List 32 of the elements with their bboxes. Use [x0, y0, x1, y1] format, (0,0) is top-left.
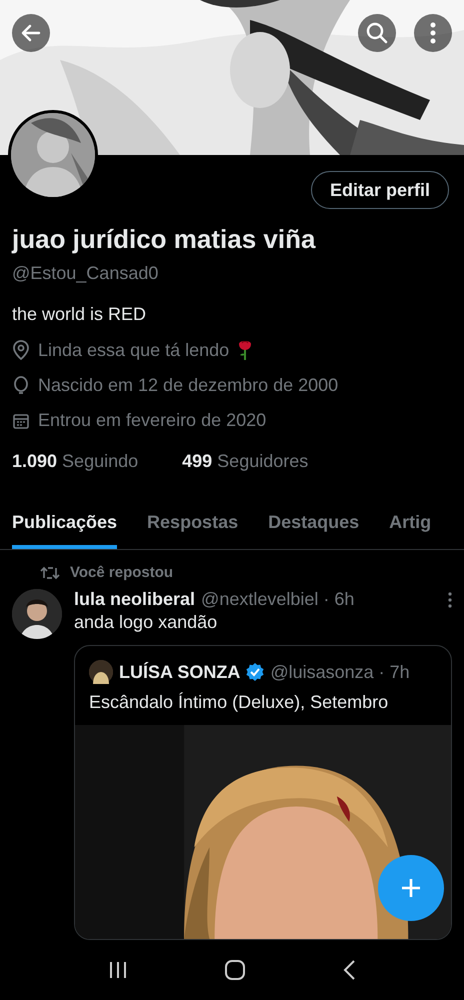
post-meta: @nextlevelbiel · 6h: [201, 589, 354, 610]
profile-bio: the world is RED: [12, 304, 148, 325]
recent-apps-icon: [108, 960, 128, 980]
location-pin-icon: [12, 340, 30, 360]
follow-count[interactable]: 1.090: [12, 451, 58, 472]
profile-detail: Entrou em fevereiro de 2020: [38, 410, 266, 431]
profile-tab[interactable]: Respostas: [147, 502, 238, 549]
calendar-icon: [12, 412, 30, 430]
more-vertical-icon[interactable]: [448, 592, 452, 608]
quote-author: LUÍSA SONZA: [119, 662, 240, 682]
edit-profile-button[interactable]: Editar perfil: [310, 171, 449, 209]
repost-label: Você repostou: [70, 564, 174, 581]
balloon-icon: [12, 376, 30, 396]
quote-meta: @luisasonza · 7h: [270, 662, 410, 682]
follow-count[interactable]: 499: [182, 451, 212, 472]
plus-icon: [399, 876, 423, 900]
home-icon: [224, 959, 246, 981]
post-text: anda logo xandão: [74, 612, 218, 633]
profile-tab[interactable]: Publicações: [12, 502, 118, 549]
chevron-left-icon: [342, 959, 356, 981]
follow-label[interactable]: Seguindo: [62, 451, 138, 472]
repost-icon: [40, 564, 60, 580]
profile-detail: Nascido em 12 de dezembro de 2000: [38, 375, 338, 396]
profile-name: juao jurídico matias viña: [12, 224, 317, 255]
quoted-post[interactable]: LUÍSA SONZA @luisasonza · 7h Escândalo Íntimo (Deluxe), Setembro: [74, 645, 452, 940]
quote-text: Escândalo Íntimo (Deluxe), Setembro: [88, 691, 390, 714]
profile-tab[interactable]: Artig: [389, 502, 432, 549]
profile-tab[interactable]: Destaques: [268, 502, 360, 549]
post-author: lula neoliberal: [74, 589, 196, 610]
profile-detail: Linda essa que tá lendo: [38, 340, 230, 360]
follow-label[interactable]: Seguidores: [217, 451, 308, 472]
profile-handle: @Estou_Cansad0: [12, 263, 160, 284]
